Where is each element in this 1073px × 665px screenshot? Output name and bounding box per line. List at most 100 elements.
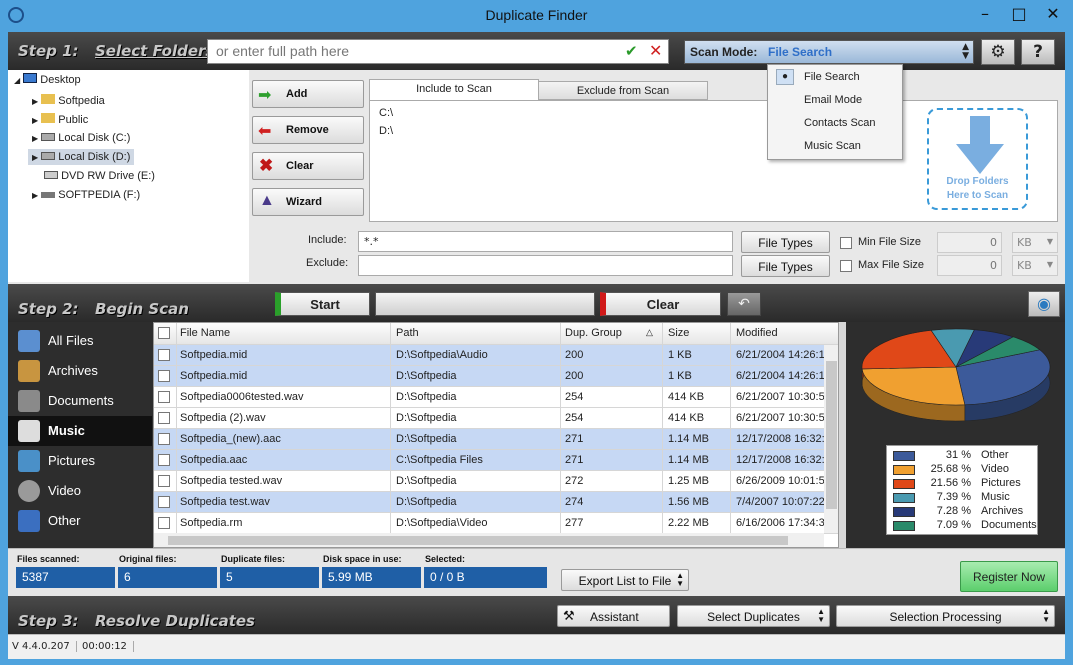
row-checkbox[interactable] <box>158 454 170 466</box>
max-size-unit-select[interactable]: KB ▼ <box>1012 255 1058 276</box>
confirm-icon[interactable]: ✔ <box>625 42 638 60</box>
film-reel-icon <box>18 480 40 502</box>
category-other[interactable]: Other <box>8 506 152 536</box>
row-checkbox[interactable] <box>158 391 170 403</box>
selected-label: Selected: <box>425 554 466 564</box>
table-row[interactable]: Softpedia.aac C:\Softpedia Files 271 1.14 M… <box>154 450 838 471</box>
tree-item-disk-c[interactable]: ▶ Local Disk (C:) <box>32 132 130 144</box>
tree-item-desktop[interactable]: ◢ Desktop <box>14 73 81 86</box>
max-size-input[interactable]: 0 <box>937 255 1002 276</box>
table-row[interactable]: Softpedia (2).wav D:\Softpedia 254 414 KB 6/… <box>154 408 838 429</box>
wizard-button[interactable]: ▲ Wizard <box>252 188 364 216</box>
table-row[interactable]: Softpedia tested.wav D:\Softpedia 272 1.25 … <box>154 471 838 492</box>
exclude-file-types-button[interactable]: File Types <box>741 255 830 277</box>
start-button[interactable]: Start <box>275 292 370 316</box>
undo-button[interactable]: ↶ <box>727 292 761 316</box>
include-filter-input[interactable]: *.* <box>358 231 733 252</box>
scan-mode-select[interactable]: Scan Mode: File Search ▲ ▼ <box>684 40 974 64</box>
row-checkbox[interactable] <box>158 412 170 424</box>
exclude-filter-input[interactable] <box>358 255 733 276</box>
row-checkbox[interactable] <box>158 349 170 361</box>
splitter[interactable] <box>839 322 846 548</box>
preview-button[interactable]: ◉ <box>1028 291 1060 317</box>
col-path[interactable]: Path <box>396 327 419 339</box>
remove-button[interactable]: ⬅ Remove <box>252 116 364 144</box>
original-files-value: 6 <box>118 567 217 588</box>
horizontal-scrollbar[interactable] <box>154 533 824 547</box>
legend-swatch <box>893 451 915 461</box>
register-now-button[interactable]: Register Now <box>960 561 1058 592</box>
vertical-scrollbar[interactable] <box>824 345 838 533</box>
chevron-down-icon: ▼ <box>1046 237 1053 246</box>
add-button[interactable]: ➡ Add <box>252 80 364 108</box>
path-input[interactable]: or enter full path here ✔ ✕ <box>207 39 669 64</box>
menu-item-file-search[interactable]: ● File Search <box>768 66 903 89</box>
tab-include[interactable]: Include to Scan <box>369 79 539 100</box>
table-row[interactable]: Softpedia_(new).aac D:\Softpedia 271 1.14 M… <box>154 429 838 450</box>
min-size-checkbox[interactable] <box>840 237 852 249</box>
menu-item-music-scan[interactable]: Music Scan <box>768 135 903 158</box>
cell-name: Softpedia (2).wav <box>180 412 266 424</box>
close-button[interactable]: ✕ <box>1036 0 1070 30</box>
scroll-thumb[interactable] <box>826 361 837 509</box>
table-row[interactable]: Softpedia.mid D:\Softpedia\Audio 200 1 KB 6/… <box>154 345 838 366</box>
tree-item-softpedia-f[interactable]: ▶ SOFTPEDIA (F:) <box>32 189 140 201</box>
all-files-icon <box>18 330 40 352</box>
help-button[interactable]: ? <box>1021 39 1055 65</box>
include-path-item[interactable]: C:\ <box>379 107 393 119</box>
table-row[interactable]: Softpedia.mid D:\Softpedia 200 1 KB 6/21/200… <box>154 366 838 387</box>
row-checkbox[interactable] <box>158 475 170 487</box>
include-file-types-button[interactable]: File Types <box>741 231 830 253</box>
cell-name: Softpedia0006tested.wav <box>180 391 304 403</box>
row-checkbox[interactable] <box>158 433 170 445</box>
minimize-button[interactable]: – <box>968 0 1002 30</box>
col-file-name[interactable]: File Name <box>180 327 230 339</box>
select-duplicates-button[interactable]: Select Duplicates ▲ ▼ <box>677 605 830 627</box>
tree-item-disk-d[interactable]: ▶ Local Disk (D:) <box>28 149 135 165</box>
row-checkbox[interactable] <box>158 496 170 508</box>
maximize-button[interactable]: □ <box>1002 0 1036 30</box>
col-dup-group[interactable]: Dup. Group <box>565 327 622 339</box>
cell-name: Softpedia.rm <box>180 517 243 529</box>
min-size-unit-select[interactable]: KB ▼ <box>1012 232 1058 253</box>
window-title: Duplicate Finder <box>485 7 588 23</box>
menu-item-contacts-scan[interactable]: Contacts Scan <box>768 112 903 135</box>
menu-item-email-mode[interactable]: Email Mode <box>768 89 903 112</box>
tree-item-public[interactable]: ▶ Public <box>32 113 88 126</box>
clear-button[interactable]: ✖ Clear <box>252 152 364 180</box>
category-pictures[interactable]: Pictures <box>8 446 152 476</box>
table-row[interactable]: Softpedia0006tested.wav D:\Softpedia 254 41… <box>154 387 838 408</box>
category-music[interactable]: Music <box>8 416 152 446</box>
assistant-button[interactable]: ⚒ Assistant <box>557 605 670 627</box>
min-size-input[interactable]: 0 <box>937 232 1002 253</box>
max-size-checkbox[interactable] <box>840 260 852 272</box>
category-all-files[interactable]: All Files <box>8 326 152 356</box>
cancel-icon[interactable]: ✕ <box>649 41 662 60</box>
clear-results-button[interactable]: Clear <box>600 292 721 316</box>
eye-icon: ◉ <box>1037 294 1051 313</box>
usb-drive-icon <box>41 192 56 198</box>
tab-exclude[interactable]: Exclude from Scan <box>538 81 708 100</box>
results-grid[interactable]: File Name Path Dup. Group △ Size Modifie… <box>153 322 839 548</box>
include-list[interactable]: C:\ D:\ Drop Folders Here to Scan <box>369 100 1058 222</box>
include-path-item[interactable]: D:\ <box>379 125 393 137</box>
table-row[interactable]: Softpedia.rm D:\Softpedia\Video 277 2.22 MB… <box>154 513 838 534</box>
col-modified[interactable]: Modified <box>736 327 778 339</box>
selection-processing-button[interactable]: Selection Processing ▲ ▼ <box>836 605 1055 627</box>
scroll-thumb[interactable] <box>168 536 788 545</box>
category-archives[interactable]: Archives <box>8 356 152 386</box>
export-list-button[interactable]: Export List to File ▲ ▼ <box>561 569 689 591</box>
row-checkbox[interactable] <box>158 517 170 529</box>
category-documents[interactable]: Documents <box>8 386 152 416</box>
tree-item-softpedia[interactable]: ▶ Softpedia <box>32 94 105 107</box>
category-video[interactable]: Video <box>8 476 152 506</box>
chevron-updown-icon: ▲ ▼ <box>1042 607 1050 624</box>
col-size[interactable]: Size <box>668 327 689 339</box>
select-all-checkbox[interactable] <box>158 327 170 339</box>
table-row[interactable]: Softpedia test.wav D:\Softpedia 274 1.56 MB… <box>154 492 838 513</box>
folder-tree[interactable]: ◢ Desktop ▶ Softpedia ▶ Public ▶ Local D… <box>8 70 249 282</box>
row-checkbox[interactable] <box>158 370 170 382</box>
drop-zone[interactable]: Drop Folders Here to Scan <box>927 108 1028 210</box>
tree-item-dvd[interactable]: DVD RW Drive (E:) <box>44 170 155 182</box>
settings-button[interactable]: ⚙ <box>981 39 1015 65</box>
